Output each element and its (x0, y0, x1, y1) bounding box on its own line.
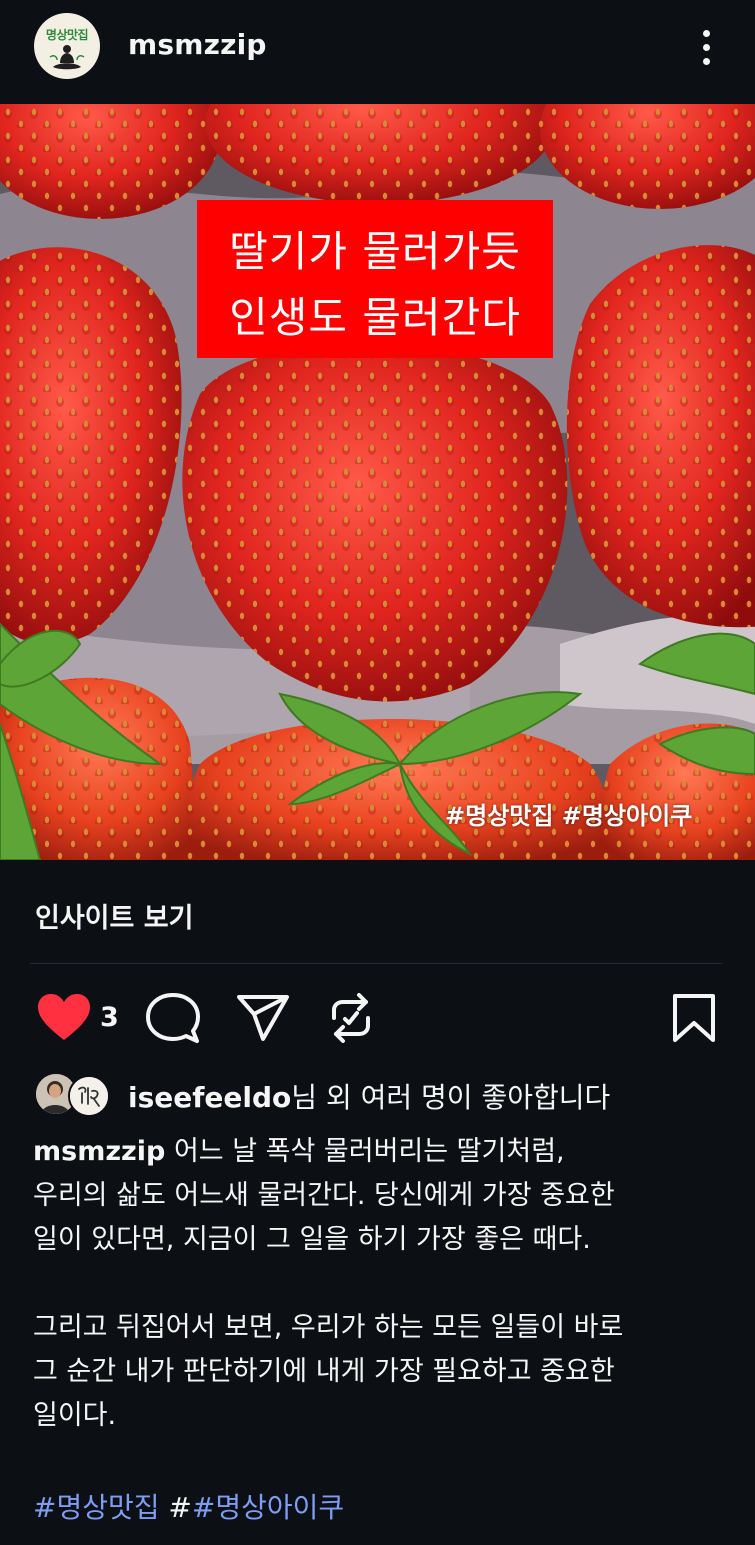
repost-icon[interactable] (328, 992, 374, 1044)
post-header: 명상맛집 msmzzip (0, 0, 755, 104)
bookmark-icon[interactable] (672, 993, 716, 1043)
post-caption: msmzzip 어느 날 폭삭 물러버리는 딸기처럼, 우리의 삶도 어느새 물… (33, 1130, 733, 1438)
send-icon[interactable] (236, 994, 290, 1042)
meditation-figure-icon (49, 45, 85, 70)
caption-paragraph-gap (33, 1262, 733, 1306)
image-caption-line1: 딸기가 물러가듯 (229, 227, 521, 276)
view-insights-link[interactable]: 인사이트 보기 (35, 896, 193, 935)
hashtag-separator: # (159, 1491, 192, 1524)
image-caption-line2: 인생도 물러간다 (229, 293, 521, 342)
more-options-button[interactable] (690, 24, 724, 70)
post-image[interactable]: 딸기가 물러가듯 인생도 물러간다 #명상맛집 #명상아이쿠 (0, 104, 755, 860)
caption-line-4: 그리고 뒤집어서 보면, 우리가 하는 모든 일들이 바로 (33, 1312, 624, 1343)
more-vertical-icon-dot (703, 44, 710, 51)
caption-username[interactable]: msmzzip (33, 1136, 165, 1167)
more-vertical-icon-dot (703, 58, 710, 65)
caption-line-2: 우리의 삶도 어느새 물러간다. 당신에게 가장 중요한 (33, 1180, 615, 1211)
heart-filled-icon[interactable] (36, 993, 92, 1043)
caption-line-3: 일이 있다면, 지금이 그 일을 하기 가장 좋은 때다. (33, 1224, 591, 1255)
more-vertical-icon (703, 30, 710, 37)
divider (30, 963, 723, 964)
caption-line-6: 일이다. (33, 1400, 117, 1431)
liker-username[interactable]: iseefeeldo (128, 1081, 291, 1114)
likes-suffix: 님 외 여러 명이 좋아합니다 (291, 1081, 611, 1114)
hashtags: #명상맛집 ##명상아이쿠 (33, 1486, 344, 1526)
likes-summary[interactable]: iseefeeldo님 외 여러 명이 좋아합니다 (128, 1076, 610, 1116)
hashtag-link[interactable]: #명상맛집 (33, 1491, 160, 1524)
profile-avatar[interactable]: 명상맛집 (34, 13, 100, 79)
liker-avatar-secondary[interactable] (68, 1075, 110, 1117)
calligraphy-logo-icon (70, 1077, 108, 1115)
like-count[interactable]: 3 (100, 1002, 119, 1033)
comment-icon[interactable] (146, 993, 200, 1045)
avatar-logo-text: 명상맛집 (45, 28, 89, 42)
hashtag-link[interactable]: #명상아이쿠 (192, 1491, 344, 1524)
image-watermark: #명상맛집 #명상아이쿠 (445, 802, 693, 830)
caption-line-1-text: 어느 날 폭삭 물러버리는 딸기처럼, (165, 1136, 565, 1167)
caption-line-1: msmzzip 어느 날 폭삭 물러버리는 딸기처럼, (33, 1130, 733, 1174)
caption-line-5: 그 순간 내가 판단하기에 내게 가장 필요하고 중요한 (33, 1356, 615, 1387)
post-username[interactable]: msmzzip (128, 28, 267, 61)
image-caption-box: 딸기가 물러가듯 인생도 물러간다 (197, 200, 553, 358)
